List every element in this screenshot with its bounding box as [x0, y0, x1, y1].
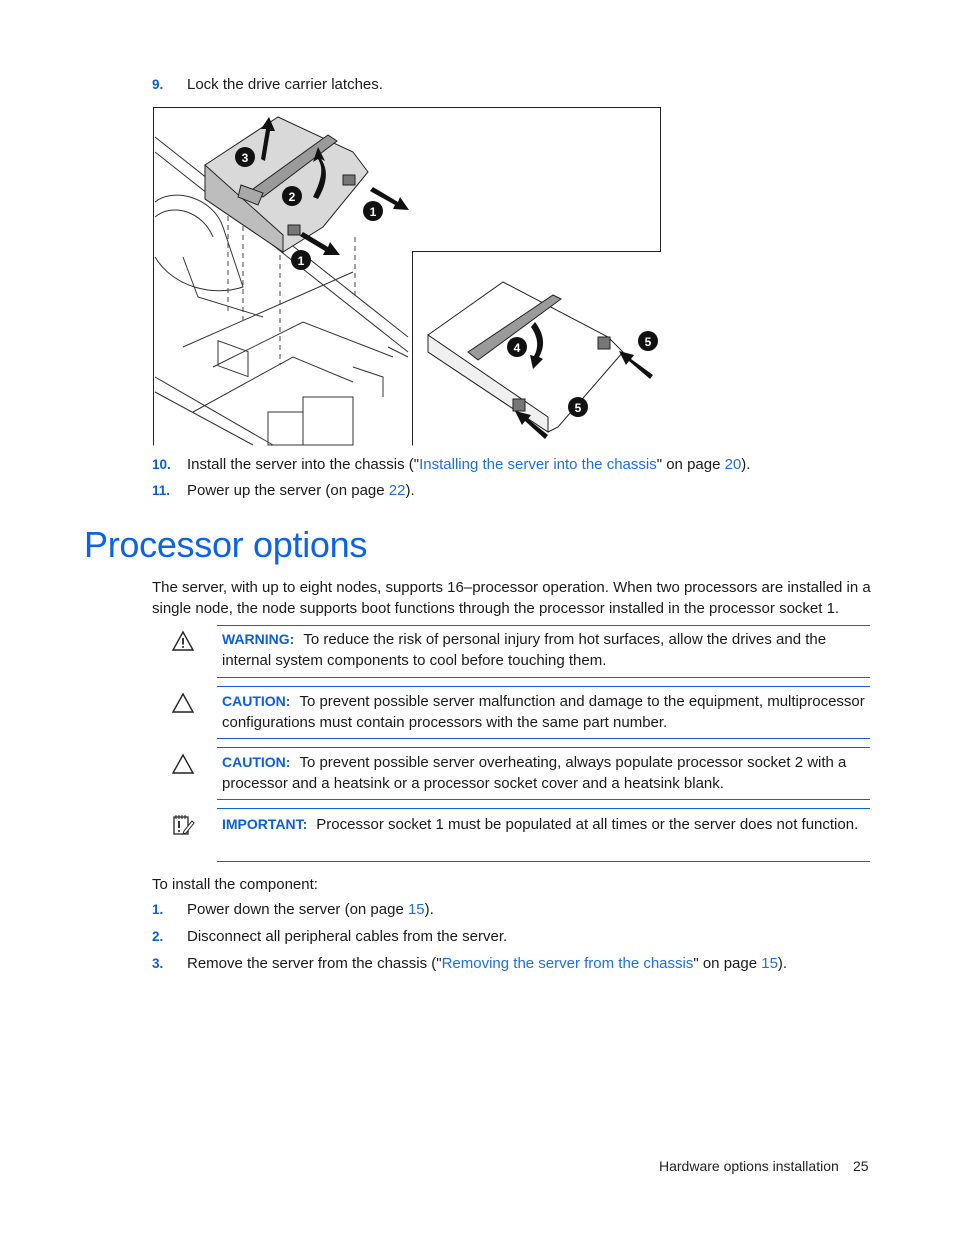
step-text: Install the server into the chassis (" [187, 456, 420, 473]
note-rule-bottom [217, 738, 870, 739]
note-rule-top [217, 747, 870, 748]
link-installing-server[interactable]: Installing the server into the chassis [419, 456, 657, 473]
warning-icon [171, 630, 195, 652]
note-label: CAUTION: [222, 754, 291, 770]
step-text: Remove the server from the chassis (" [187, 955, 442, 972]
step-text: ). [777, 955, 788, 972]
drive-latch-illustration: 3 2 1 1 4 5 5 [153, 107, 661, 446]
step-text: Power up the server (on page [187, 482, 389, 499]
footer-page-number: 25 [853, 1158, 869, 1174]
footer-section-name: Hardware options installation [659, 1158, 839, 1174]
step-text: Lock the drive carrier latches. [187, 76, 383, 93]
caution-icon [171, 692, 195, 714]
intro-paragraph: The server, with up to eight nodes, supp… [152, 579, 871, 617]
caution-note-2: CAUTION: To prevent possible server overh… [217, 747, 870, 811]
link-page-15[interactable]: 15 [761, 955, 778, 972]
caution-icon [171, 753, 195, 775]
install-step-3: 3. Remove the server from the chassis ("R… [152, 954, 787, 974]
link-page-15[interactable]: 15 [408, 901, 425, 918]
step-text: Power down the server (on page [187, 901, 408, 918]
note-text: To reduce the risk of personal injury fr… [222, 631, 827, 669]
install-lead: To install the component: [152, 876, 318, 893]
step-number: 3. [152, 956, 164, 971]
step-number: 10. [152, 457, 171, 472]
step-text: ). [741, 456, 751, 473]
note-rule-top [217, 625, 870, 626]
svg-text:4: 4 [514, 341, 521, 355]
note-text: To prevent possible server malfunction a… [222, 693, 865, 731]
note-label: IMPORTANT: [222, 816, 308, 832]
note-text: Processor socket 1 must be populated at … [316, 816, 859, 833]
install-step-2: 2. Disconnect all peripheral cables from … [152, 927, 507, 947]
step-number: 11. [152, 483, 171, 498]
warning-note: WARNING: To reduce the risk of personal i… [217, 625, 870, 689]
svg-text:2: 2 [289, 190, 296, 204]
step-text: " on page [693, 955, 762, 972]
install-step-1: 1. Power down the server (on page 15). [152, 900, 434, 920]
important-icon [171, 814, 195, 836]
note-rule-top [217, 686, 870, 687]
step-10: 10. Install the server into the chassis (… [152, 455, 750, 475]
note-label: CAUTION: [222, 693, 291, 709]
link-removing-server[interactable]: Removing the server from the chassis [442, 955, 694, 972]
step-number: 9. [152, 77, 164, 92]
step-number: 2. [152, 929, 164, 944]
arrow-push-right [619, 351, 653, 379]
note-rule-bottom [217, 799, 870, 800]
drive-carrier-removed [204, 116, 369, 253]
important-note: IMPORTANT: Processor socket 1 must be pop… [217, 808, 870, 872]
note-text: To prevent possible server overheating, … [222, 754, 847, 792]
link-page-22[interactable]: 22 [389, 482, 406, 499]
step-text: ). [405, 482, 415, 499]
svg-text:1: 1 [298, 254, 305, 268]
drive-latch-figure: 3 2 1 1 4 5 5 [153, 107, 662, 446]
svg-text:5: 5 [575, 401, 582, 415]
step-text: Disconnect all peripheral cables from th… [187, 928, 508, 945]
step-text: " on page [656, 456, 725, 473]
drive-carrier-inset [427, 281, 624, 433]
link-page-20[interactable]: 20 [725, 456, 742, 473]
svg-text:3: 3 [242, 151, 249, 165]
note-rule-top [217, 808, 870, 809]
note-label: WARNING: [222, 631, 295, 647]
svg-text:5: 5 [645, 335, 652, 349]
note-rule-bottom [217, 677, 870, 678]
section-title: Processor options [84, 524, 368, 565]
caution-note-1: CAUTION: To prevent possible server malfu… [217, 686, 870, 750]
step-number: 1. [152, 902, 164, 917]
step-11: 11. Power up the server (on page 22). [152, 481, 415, 501]
step-9: 9. Lock the drive carrier latches. [152, 75, 383, 95]
svg-text:1: 1 [370, 205, 377, 219]
note-rule-bottom [217, 861, 870, 862]
step-text: ). [424, 901, 434, 918]
